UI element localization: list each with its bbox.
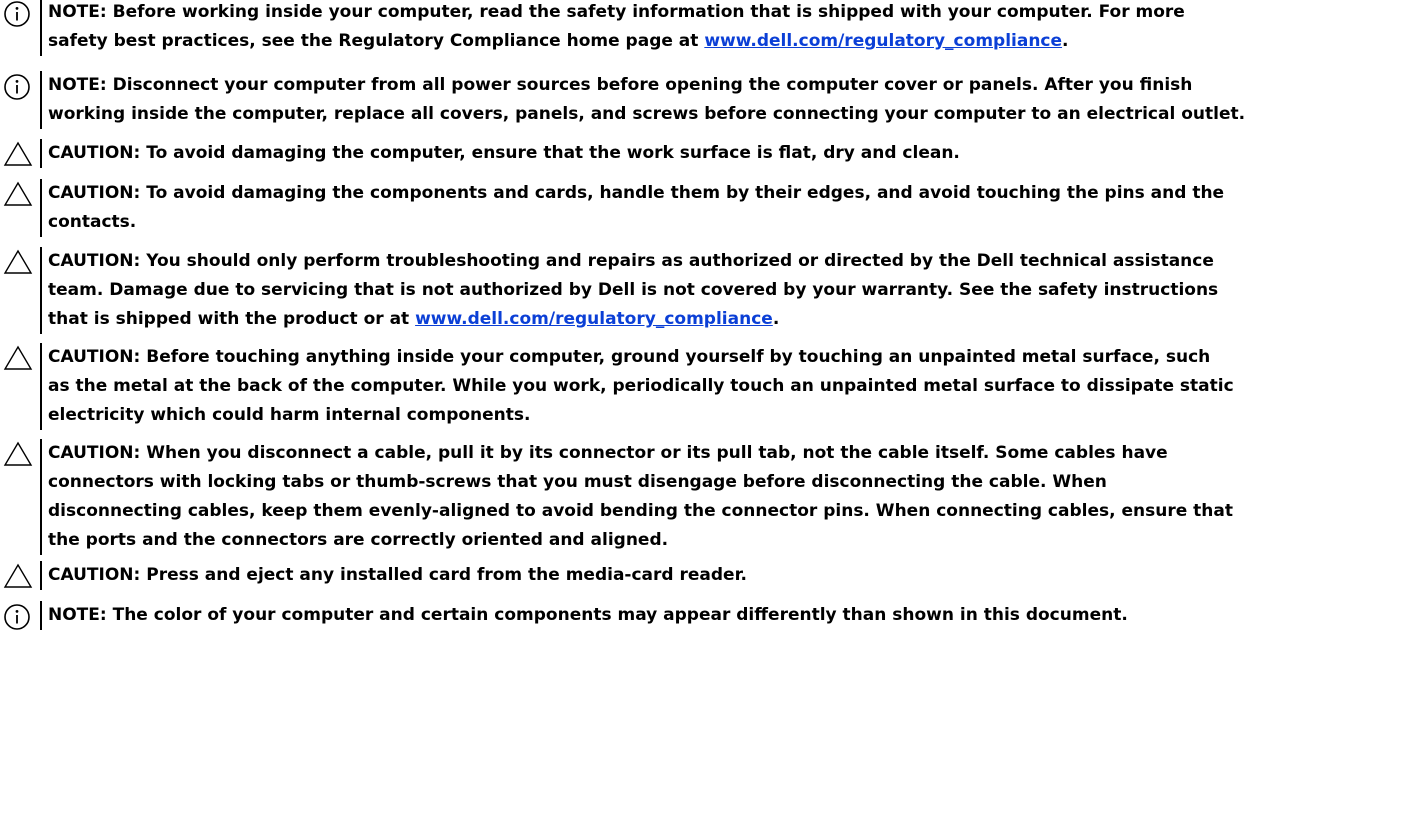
notice-line: contacts. [48,208,1404,237]
notice-line-text: CAUTION: Press and eject any installed c… [48,565,748,585]
notice-line: safety best practices, see the Regulator… [48,27,1404,56]
caution-triangle-icon [0,181,40,207]
notice-line-text: electricity which could harm internal co… [48,405,531,425]
notice-line: CAUTION: Press and eject any installed c… [48,561,1404,590]
notice-line: disconnecting cables, keep them evenly-a… [48,497,1404,526]
notice-line-text: CAUTION: You should only perform trouble… [48,251,1214,271]
notice-text: CAUTION: To avoid damaging the component… [40,179,1404,237]
notice-text: CAUTION: Press and eject any installed c… [40,561,1404,590]
caution-notice: CAUTION: To avoid damaging the component… [0,179,1404,237]
notice-line-text: CAUTION: To avoid damaging the component… [48,183,1225,203]
notice-line-end: . [1062,31,1069,51]
notice-line: working inside the computer, replace all… [48,100,1404,129]
notice-line: as the metal at the back of the computer… [48,372,1404,401]
caution-triangle-icon [0,345,40,371]
notice-line-text: disconnecting cables, keep them evenly-a… [48,501,1234,521]
notice-line: CAUTION: When you disconnect a cable, pu… [48,439,1404,468]
notice-text: CAUTION: To avoid damaging the computer,… [40,139,1404,168]
notice-text: NOTE: Before working inside your compute… [40,0,1404,56]
caution-notice: CAUTION: When you disconnect a cable, pu… [0,439,1404,555]
note-notice: NOTE: Before working inside your compute… [0,0,1404,56]
notice-line-text: NOTE: Before working inside your compute… [48,2,1185,22]
notice-text: CAUTION: When you disconnect a cable, pu… [40,439,1404,555]
notice-text: NOTE: The color of your computer and cer… [40,601,1404,630]
notice-line-text: safety best practices, see the Regulator… [48,31,705,51]
notice-line-text: NOTE: The color of your computer and cer… [48,605,1128,625]
note-notice: NOTE: Disconnect your computer from all … [0,71,1404,129]
notice-text: NOTE: Disconnect your computer from all … [40,71,1404,129]
notice-line: CAUTION: To avoid damaging the computer,… [48,139,1404,168]
notice-line: CAUTION: Before touching anything inside… [48,343,1404,372]
notice-line: that is shipped with the product or at w… [48,305,1404,334]
notice-line-text: connectors with locking tabs or thumb-sc… [48,472,1107,492]
notice-line: CAUTION: You should only perform trouble… [48,247,1404,276]
notice-line: electricity which could harm internal co… [48,401,1404,430]
notice-line-text: CAUTION: Before touching anything inside… [48,347,1211,367]
notice-text: CAUTION: Before touching anything inside… [40,343,1404,430]
regulatory-compliance-link[interactable]: www.dell.com/regulatory_compliance [415,309,773,329]
notice-line-text: CAUTION: When you disconnect a cable, pu… [48,443,1168,463]
caution-triangle-icon [0,249,40,275]
notice-line: connectors with locking tabs or thumb-sc… [48,468,1404,497]
caution-notice: CAUTION: Press and eject any installed c… [0,561,1404,590]
caution-triangle-icon [0,141,40,167]
notice-line: the ports and the connectors are correct… [48,526,1404,555]
notice-line: team. Damage due to servicing that is no… [48,276,1404,305]
info-icon [0,73,40,101]
notice-line: CAUTION: To avoid damaging the component… [48,179,1404,208]
info-icon [0,0,40,28]
caution-notice: CAUTION: Before touching anything inside… [0,343,1404,430]
notice-line-text: contacts. [48,212,137,232]
notice-line-end: . [772,309,780,329]
caution-notice: CAUTION: To avoid damaging the computer,… [0,139,1404,168]
notice-text: CAUTION: You should only perform trouble… [40,247,1404,334]
notice-line-text: working inside the computer, replace all… [48,104,1246,124]
notice-line-text: CAUTION: To avoid damaging the computer,… [48,143,960,163]
notice-line: NOTE: Before working inside your compute… [48,0,1404,27]
notice-line-text: team. Damage due to servicing that is no… [48,280,1219,300]
note-notice: NOTE: The color of your computer and cer… [0,601,1404,631]
notice-line-text: NOTE: Disconnect your computer from all … [48,75,1193,95]
notice-line-text: that is shipped with the product or at [48,309,416,329]
notice-line-text: as the metal at the back of the computer… [48,376,1234,396]
caution-triangle-icon [0,563,40,589]
regulatory-compliance-link[interactable]: www.dell.com/regulatory_compliance [704,31,1062,51]
caution-notice: CAUTION: You should only perform trouble… [0,247,1404,334]
caution-triangle-icon [0,441,40,467]
notice-line-text: the ports and the connectors are correct… [48,530,669,550]
info-icon [0,603,40,631]
notice-line: NOTE: Disconnect your computer from all … [48,71,1404,100]
notice-line: NOTE: The color of your computer and cer… [48,601,1404,630]
